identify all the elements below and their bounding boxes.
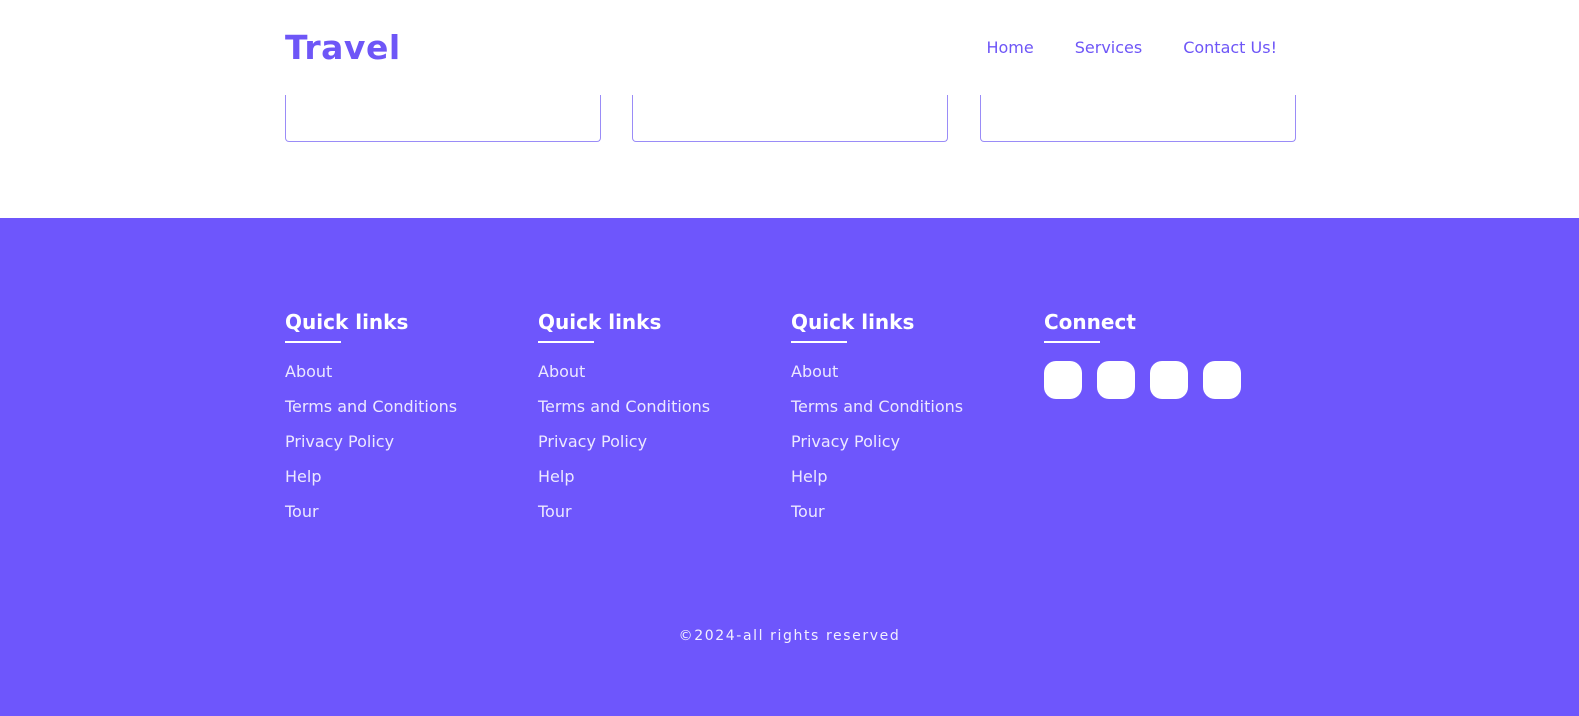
footer-column-title: Quick links [791,310,915,334]
footer-link-list: About Terms and Conditions Privacy Polic… [538,361,778,536]
footer-link-help[interactable]: Help [791,467,827,486]
site-logo[interactable]: Travel [285,28,401,68]
footer-column-connect: Connect [1044,310,1284,399]
header-inner: Travel Home Services Contact Us! [285,0,1298,95]
footer-column-title: Quick links [538,310,662,334]
footer-link-help[interactable]: Help [285,467,321,486]
footer-link-tour[interactable]: Tour [538,502,572,521]
main-nav: Home Services Contact Us! [986,37,1277,59]
footer-column-quick-links: Quick links About Terms and Conditions P… [791,310,1031,536]
footer-columns: Quick links About Terms and Conditions P… [285,310,1298,550]
footer-link-tour[interactable]: Tour [791,502,825,521]
social-icon[interactable] [1150,361,1188,399]
title-underline [538,341,594,343]
nav-link-contact[interactable]: Contact Us! [1183,37,1277,59]
site-header: Travel Home Services Contact Us! [0,0,1579,95]
footer-column-title: Connect [1044,310,1136,334]
title-underline [791,341,847,343]
title-underline [285,341,341,343]
footer-link-help[interactable]: Help [538,467,574,486]
page: Travel Home Services Contact Us! Quick l… [0,0,1579,716]
footer-link-privacy[interactable]: Privacy Policy [538,432,647,451]
footer-link-about[interactable]: About [285,362,332,381]
social-icon[interactable] [1044,361,1082,399]
footer-link-privacy[interactable]: Privacy Policy [791,432,900,451]
copyright-text: ©2024-all rights reserved [678,628,901,644]
footer-link-terms[interactable]: Terms and Conditions [285,397,457,416]
nav-link-services[interactable]: Services [1075,37,1142,59]
footer-link-list: About Terms and Conditions Privacy Polic… [791,361,1031,536]
social-icon[interactable] [1203,361,1241,399]
footer-column-quick-links: Quick links About Terms and Conditions P… [285,310,525,536]
footer-link-privacy[interactable]: Privacy Policy [285,432,394,451]
footer-link-terms[interactable]: Terms and Conditions [791,397,963,416]
social-icon[interactable] [1097,361,1135,399]
footer-column-quick-links: Quick links About Terms and Conditions P… [538,310,778,536]
footer-column-title: Quick links [285,310,409,334]
footer-link-tour[interactable]: Tour [285,502,319,521]
site-footer: Quick links About Terms and Conditions P… [0,218,1579,716]
footer-link-about[interactable]: About [791,362,838,381]
footer-link-terms[interactable]: Terms and Conditions [538,397,710,416]
social-links [1044,361,1284,399]
footer-link-list: About Terms and Conditions Privacy Polic… [285,361,525,536]
title-underline [1044,341,1100,343]
footer-link-about[interactable]: About [538,362,585,381]
nav-link-home[interactable]: Home [986,37,1033,59]
